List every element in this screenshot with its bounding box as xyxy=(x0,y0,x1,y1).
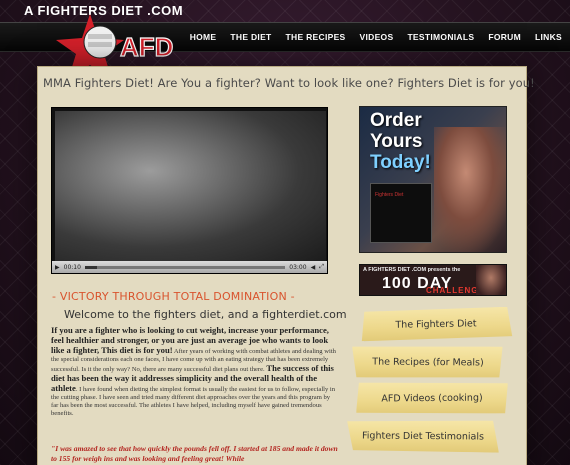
challenge-ad[interactable]: A FIGHTERS DIET .COM presents the 100 DA… xyxy=(359,264,507,296)
seek-bar[interactable] xyxy=(84,265,286,269)
link-testimonials[interactable]: Fighters Diet Testimonials xyxy=(347,419,499,452)
welcome-heading: Welcome to the fighters diet, and a figh… xyxy=(64,308,347,321)
video-frame[interactable] xyxy=(55,111,326,261)
volume-icon[interactable]: ◀ xyxy=(311,264,316,271)
nav-forum[interactable]: FORUM xyxy=(488,32,521,42)
play-icon[interactable]: ▶ xyxy=(55,264,60,271)
order-ad-text: Order Yours Today! xyxy=(370,110,431,173)
order-today-ad[interactable]: Order Yours Today! Fighters Diet xyxy=(359,106,507,253)
challenge-fighter-photo xyxy=(476,265,506,295)
nav-the-diet[interactable]: THE DIET xyxy=(230,32,271,42)
success-text: . I have found when dieting the simplest… xyxy=(51,386,336,417)
seek-progress xyxy=(84,265,97,269)
book-cover: Fighters Diet xyxy=(370,183,432,243)
link-the-recipes[interactable]: The Recipes (for Meals) xyxy=(352,345,504,378)
fullscreen-icon[interactable]: ⤢ xyxy=(319,263,324,271)
nav-videos[interactable]: VIDEOS xyxy=(360,32,394,42)
link-the-fighters-diet[interactable]: The Fighters Diet xyxy=(360,307,513,342)
link-afd-videos[interactable]: AFD Videos (cooking) xyxy=(356,381,508,414)
elapsed-time: 00:10 xyxy=(63,263,81,271)
intro-paragraph: If you are a fighter who is looking to c… xyxy=(51,326,336,418)
main-nav: HOME THE DIET THE RECIPES VIDEOS TESTIMO… xyxy=(190,32,562,42)
video-controls: ▶ 00:10 03:00 ◀ ⤢ xyxy=(52,261,327,273)
nav-home[interactable]: HOME xyxy=(190,32,217,42)
nav-links[interactable]: LINKS xyxy=(535,32,562,42)
duration-time: 03:00 xyxy=(289,263,307,271)
victory-tagline: - VICTORY THROUGH TOTAL DOMINATION - xyxy=(52,290,295,303)
page-headline: MMA Fighters Diet! Are You a fighter? Wa… xyxy=(43,76,535,90)
logo-text: AFD xyxy=(120,32,173,62)
nav-the-recipes[interactable]: THE RECIPES xyxy=(286,32,346,42)
nav-testimonials[interactable]: TESTIMONIALS xyxy=(407,32,474,42)
challenge-ad-top: A FIGHTERS DIET .COM presents the xyxy=(363,267,461,273)
testimonial-quote: "I was amazed to see that how quickly th… xyxy=(51,444,338,463)
video-player[interactable]: ▶ 00:10 03:00 ◀ ⤢ xyxy=(51,107,328,274)
site-header: A FIGHTERS DIET .COM AFD HOME THE DIET T… xyxy=(0,0,570,80)
